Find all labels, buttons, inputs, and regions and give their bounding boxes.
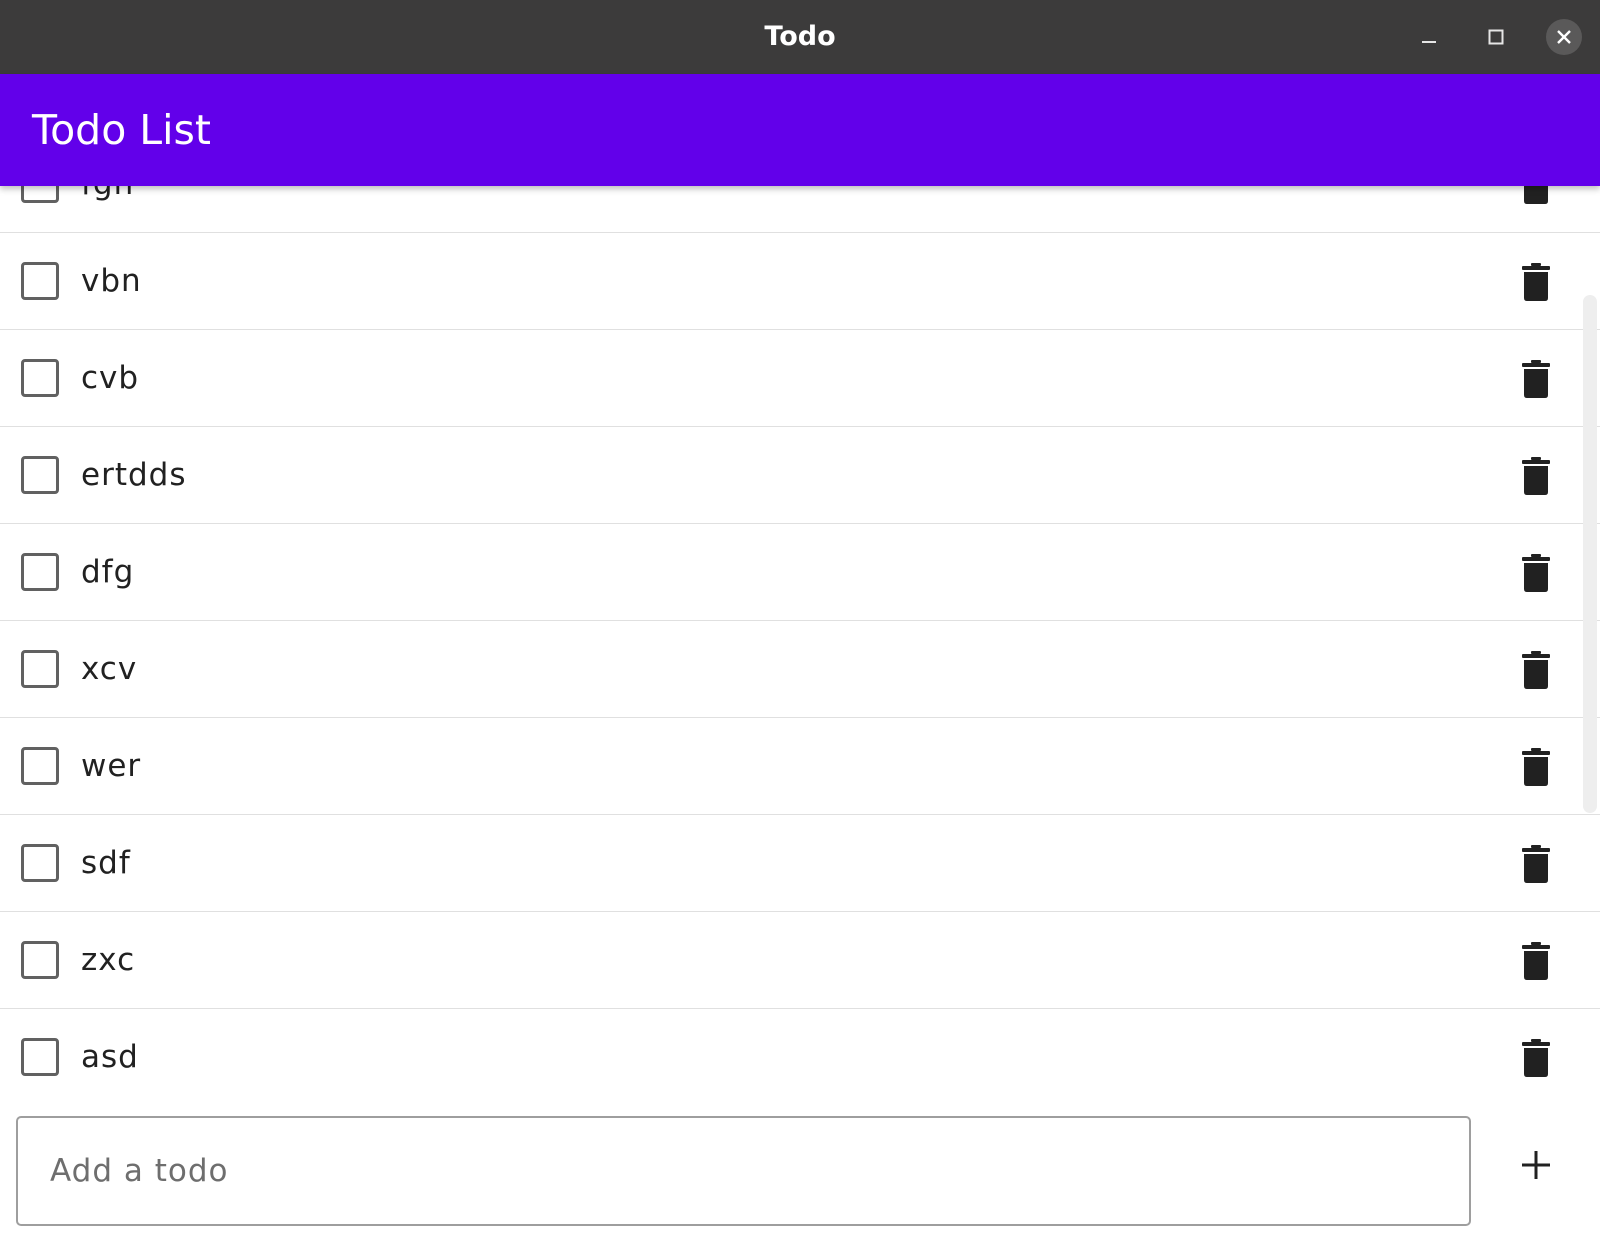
delete-todo-button[interactable] — [1514, 551, 1558, 595]
todo-label: ertdds — [81, 457, 187, 493]
delete-todo-button[interactable] — [1514, 1036, 1558, 1080]
close-button[interactable] — [1546, 19, 1582, 55]
todo-item[interactable]: asd — [0, 1009, 1600, 1084]
todo-label: cvb — [81, 360, 140, 396]
todo-checkbox[interactable] — [21, 553, 59, 591]
todo-item[interactable]: fgn — [0, 186, 1600, 233]
delete-todo-button[interactable] — [1514, 939, 1558, 983]
delete-icon — [1522, 845, 1550, 883]
todo-label: xcv — [81, 651, 138, 687]
delete-icon — [1524, 186, 1548, 204]
add-todo-button[interactable] — [1514, 1143, 1558, 1187]
delete-todo-button[interactable] — [1514, 454, 1558, 498]
todo-checkbox[interactable] — [21, 186, 59, 203]
todo-item[interactable]: xcv — [0, 621, 1600, 718]
add-todo-input[interactable] — [16, 1116, 1471, 1226]
delete-icon — [1522, 263, 1550, 301]
delete-icon — [1522, 942, 1550, 980]
todo-label: asd — [81, 1039, 139, 1075]
scrollbar[interactable] — [1583, 295, 1597, 813]
todo-label: dfg — [81, 554, 135, 590]
delete-icon — [1522, 651, 1550, 689]
plus-icon — [1522, 1151, 1550, 1179]
delete-todo-button[interactable] — [1514, 842, 1558, 886]
minimize-button[interactable] — [1411, 19, 1447, 55]
delete-icon — [1522, 360, 1550, 398]
todo-checkbox[interactable] — [21, 1038, 59, 1076]
delete-todo-button[interactable] — [1514, 357, 1558, 401]
minimize-icon — [1422, 41, 1436, 43]
add-todo-bar — [0, 1084, 1600, 1244]
todo-item[interactable]: vbn — [0, 233, 1600, 330]
delete-todo-button[interactable] — [1514, 260, 1558, 304]
delete-todo-button[interactable] — [1514, 648, 1558, 692]
delete-icon — [1522, 748, 1550, 786]
maximize-button[interactable] — [1478, 19, 1514, 55]
todo-label: fgn — [81, 186, 134, 233]
delete-icon — [1522, 457, 1550, 495]
todo-checkbox[interactable] — [21, 359, 59, 397]
app-window: Todo Todo List fgn vbn cvb ertdds dfg xcv wer s… — [0, 0, 1600, 1244]
todo-item[interactable]: wer — [0, 718, 1600, 815]
todo-label: sdf — [81, 845, 131, 881]
todo-item[interactable]: cvb — [0, 330, 1600, 427]
delete-icon — [1522, 1039, 1550, 1077]
todo-item[interactable]: ertdds — [0, 427, 1600, 524]
delete-todo-button[interactable] — [1514, 186, 1558, 207]
close-icon — [1557, 30, 1571, 44]
todo-checkbox[interactable] — [21, 262, 59, 300]
todo-checkbox[interactable] — [21, 747, 59, 785]
todo-label: wer — [81, 748, 142, 784]
delete-todo-button[interactable] — [1514, 745, 1558, 789]
todo-item[interactable]: sdf — [0, 815, 1600, 912]
delete-icon — [1522, 554, 1550, 592]
todo-checkbox[interactable] — [21, 844, 59, 882]
window-titlebar[interactable]: Todo — [0, 0, 1600, 74]
maximize-icon — [1488, 29, 1504, 45]
todo-label: zxc — [81, 942, 136, 978]
todo-item[interactable]: dfg — [0, 524, 1600, 621]
todo-label: vbn — [81, 263, 142, 299]
todo-list[interactable]: fgn vbn cvb ertdds dfg xcv wer sdf zxc asd — [0, 186, 1600, 1084]
todo-checkbox[interactable] — [21, 650, 59, 688]
todo-list-content: fgn vbn cvb ertdds dfg xcv wer sdf zxc asd — [0, 186, 1600, 1084]
todo-item[interactable]: zxc — [0, 912, 1600, 1009]
window-title: Todo — [764, 21, 836, 52]
todo-checkbox[interactable] — [21, 941, 59, 979]
app-bar-title: Todo List — [32, 106, 211, 154]
todo-checkbox[interactable] — [21, 456, 59, 494]
app-bar: Todo List — [0, 74, 1600, 186]
